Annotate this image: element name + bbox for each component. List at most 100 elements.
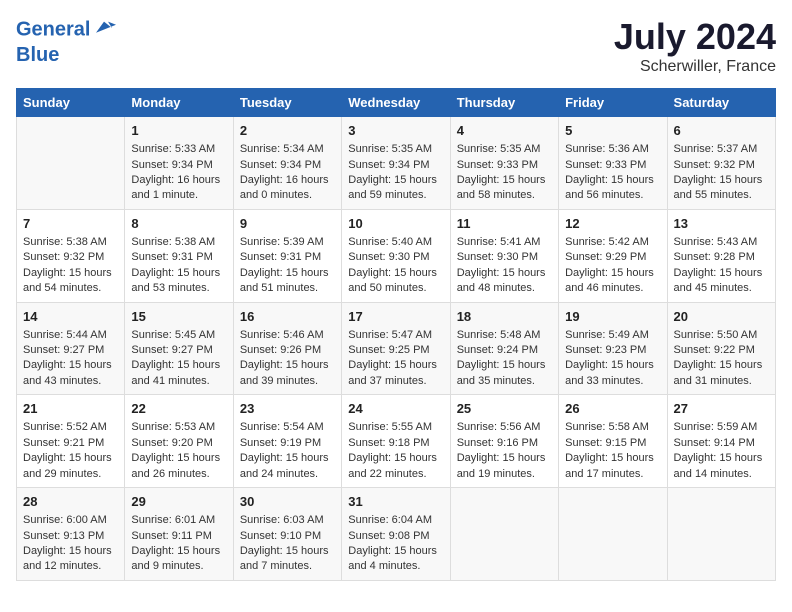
day-info-line: Daylight: 15 hours [674,266,769,281]
day-info-line: Sunset: 9:25 PM [348,343,443,358]
day-info-line: Daylight: 15 hours [240,544,335,559]
day-info-line: Sunset: 9:11 PM [131,529,226,544]
title-block: July 2024 Scherwiller, France [614,16,776,76]
day-info-line: Sunset: 9:15 PM [565,436,660,451]
day-number: 9 [240,215,335,233]
day-info-line: Sunrise: 5:35 AM [348,142,443,157]
day-info-line: Sunrise: 5:53 AM [131,420,226,435]
day-info-line: Sunrise: 5:34 AM [240,142,335,157]
day-info-line: Sunset: 9:32 PM [674,158,769,173]
day-info-line: Sunrise: 5:48 AM [457,328,552,343]
calendar-cell: 12Sunrise: 5:42 AMSunset: 9:29 PMDayligh… [559,209,667,302]
calendar-cell [559,488,667,581]
day-info-line: Daylight: 16 hours [131,173,226,188]
calendar-cell: 7Sunrise: 5:38 AMSunset: 9:32 PMDaylight… [17,209,125,302]
calendar-cell: 9Sunrise: 5:39 AMSunset: 9:31 PMDaylight… [233,209,341,302]
day-info-line: Daylight: 15 hours [457,358,552,373]
day-number: 10 [348,215,443,233]
day-number: 17 [348,308,443,326]
day-info-line: Sunrise: 6:01 AM [131,513,226,528]
day-info-line: Sunrise: 5:38 AM [131,235,226,250]
day-info-line: Sunset: 9:22 PM [674,343,769,358]
week-row-3: 14Sunrise: 5:44 AMSunset: 9:27 PMDayligh… [17,302,776,395]
day-info-line: Sunset: 9:27 PM [131,343,226,358]
day-info-line: Daylight: 15 hours [23,451,118,466]
calendar-cell [667,488,775,581]
day-info-line: Daylight: 15 hours [457,173,552,188]
day-info-line: and 12 minutes. [23,559,118,574]
calendar-cell: 6Sunrise: 5:37 AMSunset: 9:32 PMDaylight… [667,117,775,210]
day-number: 8 [131,215,226,233]
logo-bird-icon [92,16,116,40]
calendar-cell: 8Sunrise: 5:38 AMSunset: 9:31 PMDaylight… [125,209,233,302]
day-info-line: Sunrise: 5:55 AM [348,420,443,435]
day-info-line: Daylight: 15 hours [131,544,226,559]
day-number: 24 [348,400,443,418]
day-info-line: Sunrise: 5:39 AM [240,235,335,250]
calendar-cell: 18Sunrise: 5:48 AMSunset: 9:24 PMDayligh… [450,302,558,395]
day-info-line: Daylight: 15 hours [23,544,118,559]
calendar-cell: 4Sunrise: 5:35 AMSunset: 9:33 PMDaylight… [450,117,558,210]
day-info-line: and 4 minutes. [348,559,443,574]
day-info-line: Sunset: 9:26 PM [240,343,335,358]
day-info-line: Daylight: 15 hours [23,266,118,281]
day-number: 22 [131,400,226,418]
day-info-line: and 14 minutes. [674,467,769,482]
calendar-cell: 17Sunrise: 5:47 AMSunset: 9:25 PMDayligh… [342,302,450,395]
day-info-line: Sunrise: 5:42 AM [565,235,660,250]
day-info-line: and 43 minutes. [23,374,118,389]
day-number: 20 [674,308,769,326]
day-number: 1 [131,122,226,140]
day-number: 23 [240,400,335,418]
day-info-line: and 54 minutes. [23,281,118,296]
day-info-line: Daylight: 15 hours [131,266,226,281]
day-info-line: and 24 minutes. [240,467,335,482]
calendar-table: SundayMondayTuesdayWednesdayThursdayFrid… [16,88,776,581]
day-info-line: and 0 minutes. [240,188,335,203]
day-number: 2 [240,122,335,140]
day-number: 11 [457,215,552,233]
day-info-line: Sunrise: 5:49 AM [565,328,660,343]
day-info-line: and 26 minutes. [131,467,226,482]
calendar-cell [450,488,558,581]
day-info-line: Sunrise: 5:45 AM [131,328,226,343]
day-info-line: and 35 minutes. [457,374,552,389]
day-info-line: Sunset: 9:21 PM [23,436,118,451]
day-number: 15 [131,308,226,326]
day-info-line: Sunrise: 5:59 AM [674,420,769,435]
day-info-line: Daylight: 15 hours [565,358,660,373]
day-info-line: Daylight: 15 hours [348,451,443,466]
calendar-cell: 19Sunrise: 5:49 AMSunset: 9:23 PMDayligh… [559,302,667,395]
day-info-line: and 7 minutes. [240,559,335,574]
header-day-saturday: Saturday [667,89,775,117]
day-info-line: Sunset: 9:24 PM [457,343,552,358]
calendar-cell: 13Sunrise: 5:43 AMSunset: 9:28 PMDayligh… [667,209,775,302]
day-info-line: Daylight: 15 hours [674,173,769,188]
day-info-line: Sunset: 9:30 PM [348,250,443,265]
day-number: 14 [23,308,118,326]
logo: GeneralBlue [16,16,116,66]
day-number: 13 [674,215,769,233]
day-info-line: and 45 minutes. [674,281,769,296]
day-info-line: Sunset: 9:08 PM [348,529,443,544]
day-info-line: Sunrise: 5:54 AM [240,420,335,435]
day-info-line: and 50 minutes. [348,281,443,296]
calendar-cell: 21Sunrise: 5:52 AMSunset: 9:21 PMDayligh… [17,395,125,488]
day-number: 26 [565,400,660,418]
calendar-cell: 5Sunrise: 5:36 AMSunset: 9:33 PMDaylight… [559,117,667,210]
calendar-cell: 25Sunrise: 5:56 AMSunset: 9:16 PMDayligh… [450,395,558,488]
day-info-line: Sunset: 9:16 PM [457,436,552,451]
day-info-line: Daylight: 15 hours [131,358,226,373]
day-number: 27 [674,400,769,418]
day-info-line: Sunset: 9:32 PM [23,250,118,265]
day-info-line: Sunrise: 6:03 AM [240,513,335,528]
day-info-line: Sunrise: 5:43 AM [674,235,769,250]
day-info-line: and 19 minutes. [457,467,552,482]
day-info-line: Sunrise: 6:04 AM [348,513,443,528]
header-day-monday: Monday [125,89,233,117]
day-number: 6 [674,122,769,140]
day-info-line: and 56 minutes. [565,188,660,203]
day-info-line: Daylight: 15 hours [674,358,769,373]
day-number: 7 [23,215,118,233]
calendar-cell: 11Sunrise: 5:41 AMSunset: 9:30 PMDayligh… [450,209,558,302]
